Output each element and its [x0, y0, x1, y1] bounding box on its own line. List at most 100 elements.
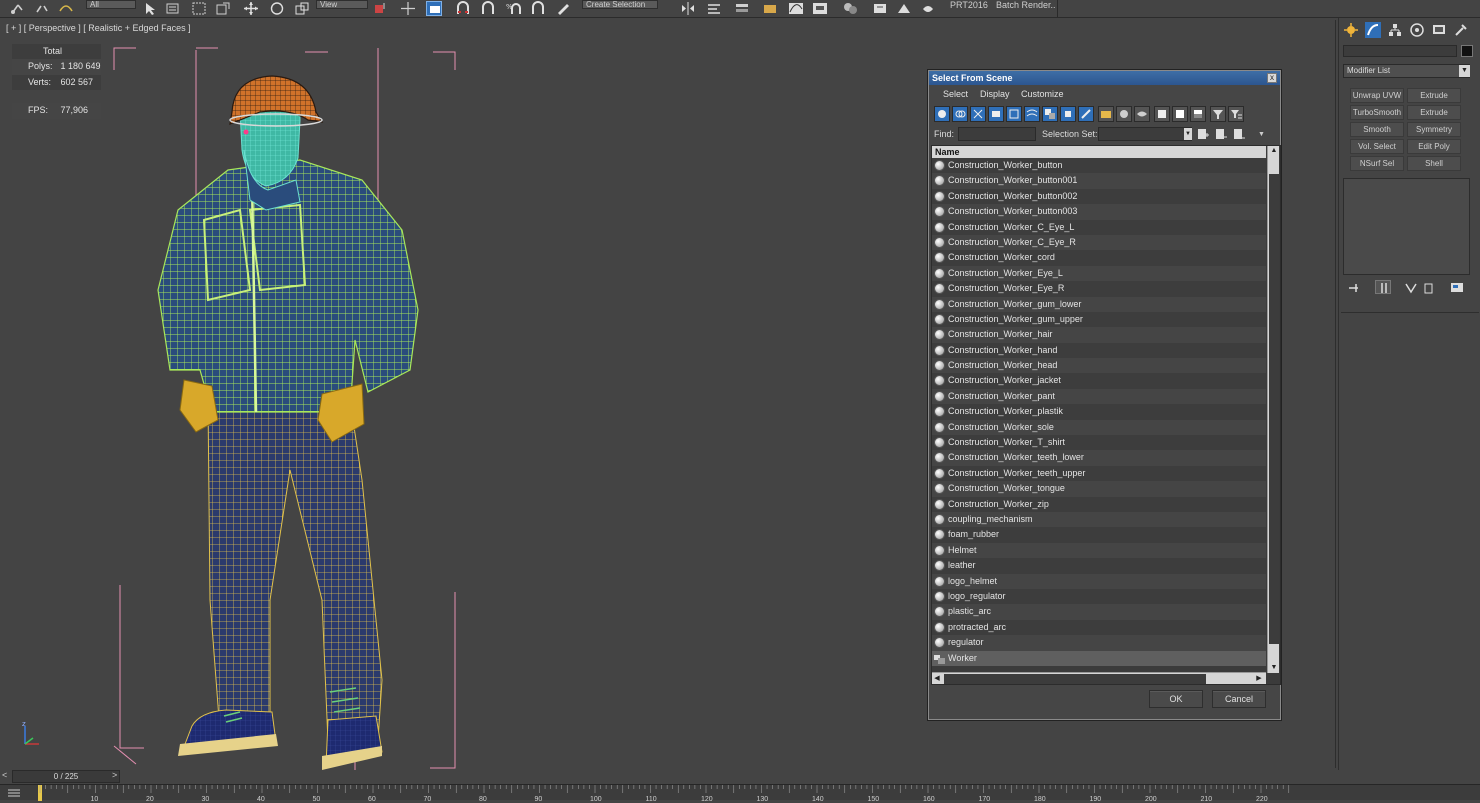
remove-modifier-icon[interactable]: [1421, 282, 1437, 294]
percent-snap-icon[interactable]: %: [506, 1, 522, 16]
list-item[interactable]: leather: [932, 558, 1266, 574]
keyboard-shortcut-override-icon[interactable]: [426, 1, 442, 16]
column-header-name[interactable]: Name: [932, 146, 1266, 158]
list-item[interactable]: Construction_Worker_button002: [932, 188, 1266, 205]
pin-stack-icon[interactable]: [1347, 282, 1363, 294]
scroll-down-icon[interactable]: ▼: [1269, 663, 1279, 673]
scale-icon[interactable]: [294, 1, 310, 16]
selection-set-dropdown[interactable]: [1098, 127, 1192, 141]
align-icon[interactable]: [706, 1, 722, 16]
find-input[interactable]: [958, 127, 1036, 141]
modifier-list-dropdown[interactable]: Modifier List: [1343, 64, 1470, 78]
list-item[interactable]: Construction_Worker_button001: [932, 173, 1266, 189]
list-item[interactable]: Construction_Worker_zip: [932, 496, 1266, 512]
create-selection-set-icon[interactable]: [1196, 127, 1210, 141]
utilities-tab-icon[interactable]: [1453, 22, 1469, 38]
smooth-button[interactable]: Smooth: [1350, 122, 1404, 137]
scene-object-list[interactable]: Name Construction_Worker_button Construct…: [931, 145, 1281, 685]
display-geometry-icon[interactable]: [934, 106, 950, 122]
make-unique-icon[interactable]: [1403, 282, 1419, 294]
unwrap-uvw-button[interactable]: Unwrap UVW: [1350, 88, 1404, 103]
list-item[interactable]: Construction_Worker_tongue: [932, 481, 1266, 497]
more-options-arrow-icon[interactable]: ▼: [1258, 131, 1268, 141]
list-item[interactable]: Construction_Worker_gum_lower: [932, 296, 1266, 312]
list-item[interactable]: plastic_arc: [932, 604, 1266, 620]
nsurf-sel-button[interactable]: NSurf Sel: [1350, 156, 1404, 171]
scroll-right-icon[interactable]: ▶: [1254, 673, 1264, 684]
rectangular-selection-icon[interactable]: [191, 1, 207, 16]
display-shapes-icon[interactable]: [952, 106, 968, 122]
display-space-warps-icon[interactable]: [1024, 106, 1040, 122]
list-item[interactable]: foam_rubber: [932, 527, 1266, 543]
shell-button[interactable]: Shell: [1407, 156, 1461, 171]
layer-explorer-icon[interactable]: [734, 1, 750, 16]
display-tab-icon[interactable]: [1431, 22, 1447, 38]
rotate-icon[interactable]: [269, 1, 285, 16]
vertical-scrollbar[interactable]: ▲ ▼: [1267, 146, 1279, 673]
add-to-selection-set-icon[interactable]: [1214, 127, 1228, 141]
display-groups-icon[interactable]: [1042, 106, 1058, 122]
modifier-list-arrow-icon[interactable]: ▼: [1459, 65, 1470, 77]
list-item[interactable]: Construction_Worker_button: [932, 158, 1266, 174]
display-cameras-icon[interactable]: [988, 106, 1004, 122]
show-end-result-icon[interactable]: [1375, 280, 1391, 294]
list-item[interactable]: Construction_Worker_teeth_upper: [932, 465, 1266, 482]
list-item[interactable]: protracted_arc: [932, 619, 1266, 636]
time-prev-arrow[interactable]: <: [2, 770, 7, 780]
list-item[interactable]: coupling_mechanism: [932, 511, 1266, 528]
symmetry-button[interactable]: Symmetry: [1407, 122, 1461, 137]
filter-options-icon[interactable]: [1228, 106, 1244, 122]
edit-named-selection-icon[interactable]: [556, 1, 572, 16]
display-none-icon[interactable]: [1172, 106, 1188, 122]
select-manipulate-icon[interactable]: [400, 1, 416, 16]
angle-snap-icon[interactable]: [480, 1, 496, 16]
scroll-left-icon[interactable]: ◀: [932, 673, 942, 684]
display-invert-icon[interactable]: [1190, 106, 1206, 122]
vertical-scroll-thumb[interactable]: [1269, 174, 1279, 644]
schematic-view-icon[interactable]: [812, 1, 828, 16]
display-all-icon[interactable]: [1154, 106, 1170, 122]
display-lights-icon[interactable]: [970, 106, 986, 122]
mirror-icon[interactable]: [680, 1, 696, 16]
unlink-icon[interactable]: [34, 1, 50, 16]
reference-coordinate-dropdown[interactable]: View: [316, 0, 368, 9]
list-item[interactable]: logo_regulator: [932, 588, 1266, 605]
toggle-ribbon-icon[interactable]: [762, 1, 778, 16]
horizontal-scrollbar[interactable]: ◀ ▶: [932, 672, 1266, 684]
create-tab-icon[interactable]: [1343, 22, 1359, 38]
scroll-up-icon[interactable]: ▲: [1269, 146, 1279, 156]
list-item[interactable]: Construction_Worker_hair: [932, 327, 1266, 343]
snaps-toggle-icon[interactable]: [455, 1, 471, 16]
list-item[interactable]: Construction_Worker_pant: [932, 388, 1266, 405]
select-object-icon[interactable]: [142, 1, 158, 16]
list-item[interactable]: logo_helmet: [932, 573, 1266, 589]
menu-select[interactable]: Select: [943, 89, 968, 99]
selection-set-arrow-icon[interactable]: ▼: [1184, 128, 1192, 140]
display-xrefs-icon[interactable]: [1060, 106, 1076, 122]
ok-button[interactable]: OK: [1149, 690, 1203, 708]
select-link-icon[interactable]: [10, 1, 26, 16]
extrude-button-2[interactable]: Extrude: [1407, 105, 1461, 120]
list-item[interactable]: Construction_Worker_C_Eye_L: [932, 219, 1266, 235]
display-bones-icon[interactable]: [1078, 106, 1094, 122]
list-item[interactable]: Construction_Worker_C_Eye_R: [932, 234, 1266, 251]
menu-customize[interactable]: Customize: [1021, 89, 1064, 99]
render-production-icon[interactable]: [920, 1, 936, 16]
list-item[interactable]: Construction_Worker_cord: [932, 250, 1266, 266]
material-editor-icon[interactable]: [842, 1, 858, 16]
horizontal-scroll-thumb[interactable]: [944, 674, 1206, 684]
list-item[interactable]: Construction_Worker_button003: [932, 204, 1266, 220]
display-frozen-icon[interactable]: [1116, 106, 1132, 122]
render-setup-icon[interactable]: [872, 1, 888, 16]
motion-tab-icon[interactable]: [1409, 22, 1425, 38]
cancel-button[interactable]: Cancel: [1212, 690, 1266, 708]
extrude-button[interactable]: Extrude: [1407, 88, 1461, 103]
remove-from-selection-set-icon[interactable]: [1232, 127, 1246, 141]
list-item[interactable]: Construction_Worker_jacket: [932, 373, 1266, 389]
window-crossing-icon[interactable]: [215, 1, 231, 16]
list-item[interactable]: Construction_Worker_T_shirt: [932, 435, 1266, 451]
bind-space-warp-icon[interactable]: [58, 1, 74, 16]
object-name-field[interactable]: [1343, 45, 1457, 57]
curve-editor-icon[interactable]: [788, 1, 804, 16]
prt-label[interactable]: PRT2016: [950, 0, 988, 10]
